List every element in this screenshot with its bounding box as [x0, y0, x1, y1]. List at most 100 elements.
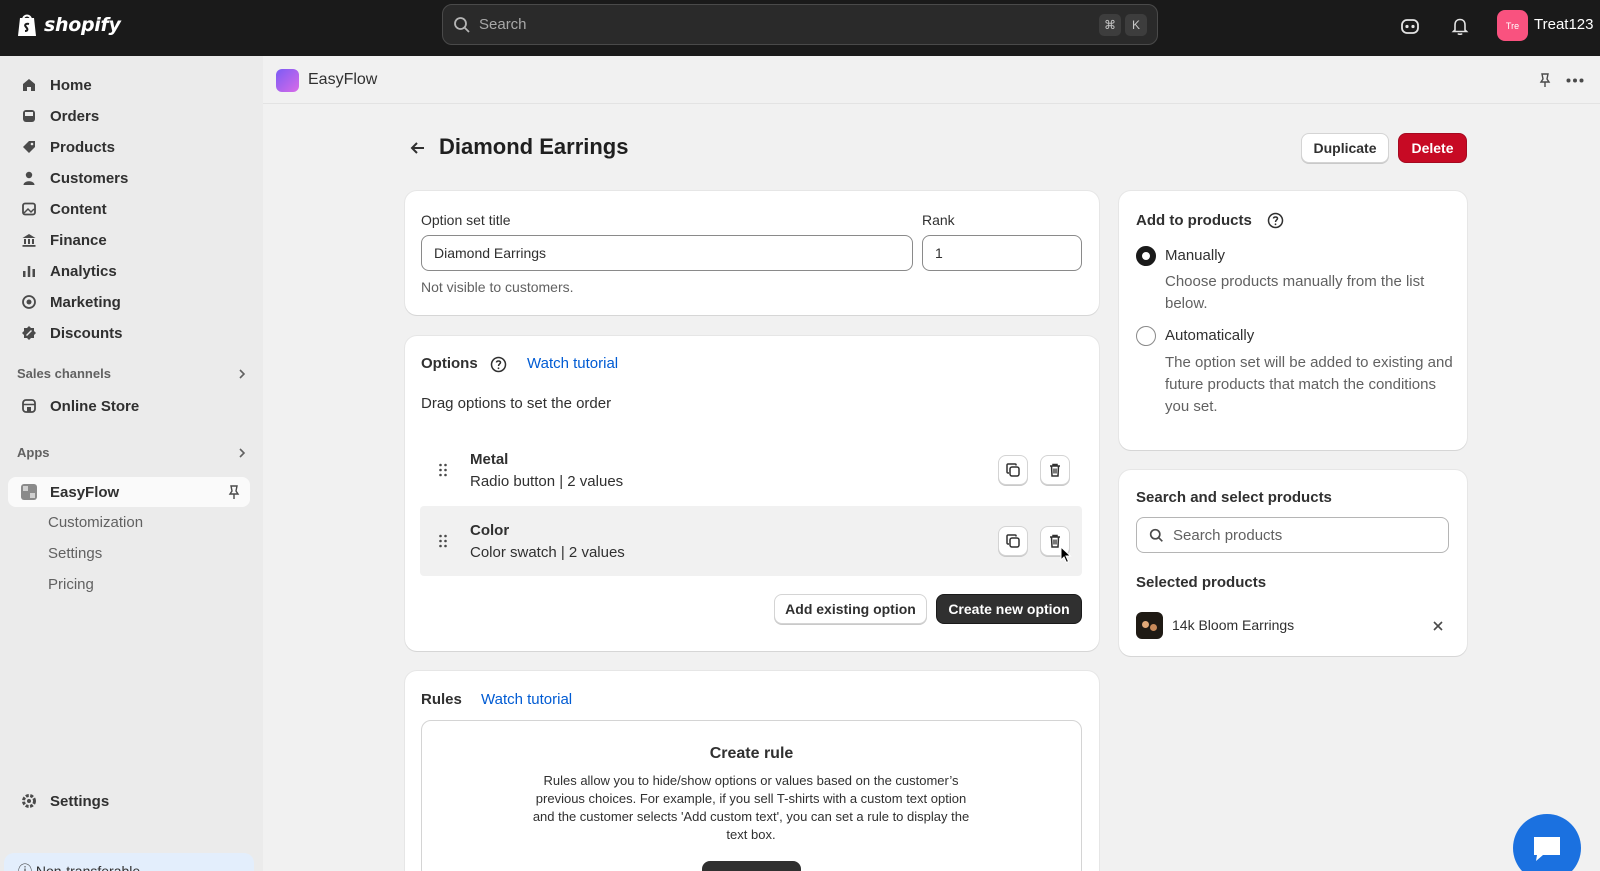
gear-icon — [20, 792, 38, 810]
create-rule-box: Create rule Rules allow you to hide/show… — [421, 720, 1082, 871]
help-circle-icon[interactable] — [1267, 212, 1284, 229]
shopify-bag-icon — [18, 14, 36, 36]
sidebar-item-label: Home — [50, 76, 92, 94]
tag-icon — [20, 138, 38, 156]
search-icon — [1149, 528, 1163, 542]
rules-watch-tutorial-link[interactable]: Watch tutorial — [481, 691, 572, 708]
bar-chart-icon — [20, 262, 38, 280]
options-watch-tutorial-link[interactable]: Watch tutorial — [527, 355, 618, 372]
manually-description: Choose products manually from the list b… — [1165, 273, 1425, 312]
sidebar-item-analytics[interactable]: Analytics — [8, 256, 250, 286]
sidebar-subitem-pricing[interactable]: Pricing — [48, 576, 94, 593]
copy-icon — [1006, 534, 1020, 548]
sidebar-item-orders[interactable]: Orders — [8, 101, 250, 131]
sidebar-item-customers[interactable]: Customers — [8, 163, 250, 193]
global-search[interactable]: Search ⌘ K — [442, 4, 1158, 45]
sales-channels-section[interactable]: Sales channels — [17, 366, 247, 381]
rank-input[interactable]: 1 — [922, 235, 1082, 271]
more-icon[interactable] — [1566, 78, 1584, 83]
store-icon — [20, 397, 38, 415]
sidebar-item-label: Finance — [50, 231, 107, 249]
apps-section[interactable]: Apps — [17, 445, 247, 460]
chevron-right-icon — [239, 368, 246, 379]
sidebar-item-settings[interactable]: Settings — [8, 786, 250, 816]
options-drag-hint: Drag options to set the order — [421, 395, 612, 412]
info-icon: ⓘ — [18, 863, 36, 871]
option-description: Color swatch | 2 values — [470, 544, 625, 561]
apps-label: Apps — [17, 445, 50, 460]
product-search-placeholder: Search products — [1173, 527, 1283, 544]
image-icon — [20, 200, 38, 218]
sidebar-subitem-customization[interactable]: Customization — [48, 514, 143, 531]
sidebar-item-discounts[interactable]: Discounts — [8, 318, 250, 348]
sidebar-item-online-store[interactable]: Online Store — [8, 391, 250, 421]
sidebar-item-home[interactable]: Home — [8, 70, 250, 100]
non-transferable-banner[interactable]: ⓘ Non-transferable — [4, 853, 254, 871]
options-heading: Options — [421, 355, 478, 372]
bell-icon[interactable] — [1448, 14, 1472, 38]
duplicate-option-button[interactable] — [998, 526, 1028, 556]
product-thumbnail — [1136, 612, 1163, 639]
sidebar-item-label: EasyFlow — [50, 483, 120, 501]
back-arrow-icon[interactable] — [408, 138, 428, 158]
sidebar-item-marketing[interactable]: Marketing — [8, 287, 250, 317]
drag-handle-icon[interactable] — [438, 534, 448, 548]
chevron-right-icon — [239, 447, 246, 458]
search-placeholder: Search — [479, 16, 527, 33]
sidebar-item-label: Marketing — [50, 293, 121, 311]
sidebar-subitem-settings[interactable]: Settings — [48, 545, 102, 562]
logo-text: shopify — [44, 14, 121, 36]
duplicate-option-button[interactable] — [998, 455, 1028, 485]
not-visible-help-text: Not visible to customers. — [421, 279, 574, 295]
pin-icon[interactable] — [1537, 72, 1553, 88]
sidebar-item-label: Online Store — [50, 397, 140, 415]
option-row-color[interactable]: Color Color swatch | 2 values — [420, 506, 1082, 576]
help-circle-icon[interactable] — [490, 356, 507, 373]
chat-icon — [1534, 837, 1560, 861]
assistant-icon[interactable] — [1398, 14, 1422, 38]
sidebar-item-label: Customers — [50, 169, 129, 187]
sidebar-item-products[interactable]: Products — [8, 132, 250, 162]
duplicate-button[interactable]: Duplicate — [1301, 133, 1389, 163]
delete-option-button[interactable] — [1040, 455, 1070, 485]
rank-label: Rank — [922, 212, 955, 228]
store-name[interactable]: Treat123 — [1534, 16, 1593, 33]
inbox-icon — [20, 107, 38, 125]
option-set-title-input[interactable]: Diamond Earrings — [421, 235, 913, 271]
shopify-logo[interactable]: shopify — [16, 12, 121, 38]
sidebar-item-finance[interactable]: Finance — [8, 225, 250, 255]
shortcut-key-cmd: ⌘ — [1099, 13, 1121, 36]
sidebar-item-label: Discounts — [50, 324, 123, 342]
bank-icon — [20, 231, 38, 249]
sidebar-item-easyflow[interactable]: EasyFlow — [8, 477, 250, 507]
manually-radio[interactable] — [1136, 246, 1156, 266]
create-new-option-button[interactable]: Create new option — [936, 594, 1082, 624]
footer-text: Non-transferable — [35, 863, 141, 871]
option-name: Color — [470, 522, 510, 539]
app-header: EasyFlow — [263, 56, 1600, 104]
product-search-input[interactable]: Search products — [1136, 517, 1449, 553]
avatar[interactable]: Tre — [1497, 10, 1528, 41]
drag-handle-icon[interactable] — [438, 463, 448, 477]
top-bar: shopify Search ⌘ K Tre Treat123 — [0, 0, 1600, 56]
remove-product-icon[interactable] — [1432, 620, 1444, 632]
chat-launcher-button[interactable] — [1513, 814, 1581, 871]
automatically-description: The option set will be added to existing… — [1165, 354, 1453, 415]
add-existing-option-button[interactable]: Add existing option — [774, 594, 927, 624]
automatically-radio[interactable] — [1136, 326, 1156, 346]
sidebar-item-label: Content — [50, 200, 107, 218]
selected-products-heading: Selected products — [1136, 574, 1267, 591]
search-icon — [454, 16, 470, 33]
product-search-heading: Search and select products — [1136, 489, 1332, 506]
home-icon — [20, 76, 38, 94]
option-description: Radio button | 2 values — [470, 473, 624, 490]
option-row-metal[interactable]: Metal Radio button | 2 values — [420, 435, 1082, 505]
sidebar-item-content[interactable]: Content — [8, 194, 250, 224]
easyflow-app-icon — [20, 483, 38, 501]
automatically-label: Automatically — [1165, 327, 1255, 344]
create-rule-button[interactable] — [702, 861, 801, 871]
sales-channels-label: Sales channels — [17, 366, 111, 381]
delete-button[interactable]: Delete — [1398, 133, 1467, 163]
sidebar-item-label: Analytics — [50, 262, 117, 280]
pin-icon[interactable] — [226, 484, 242, 500]
